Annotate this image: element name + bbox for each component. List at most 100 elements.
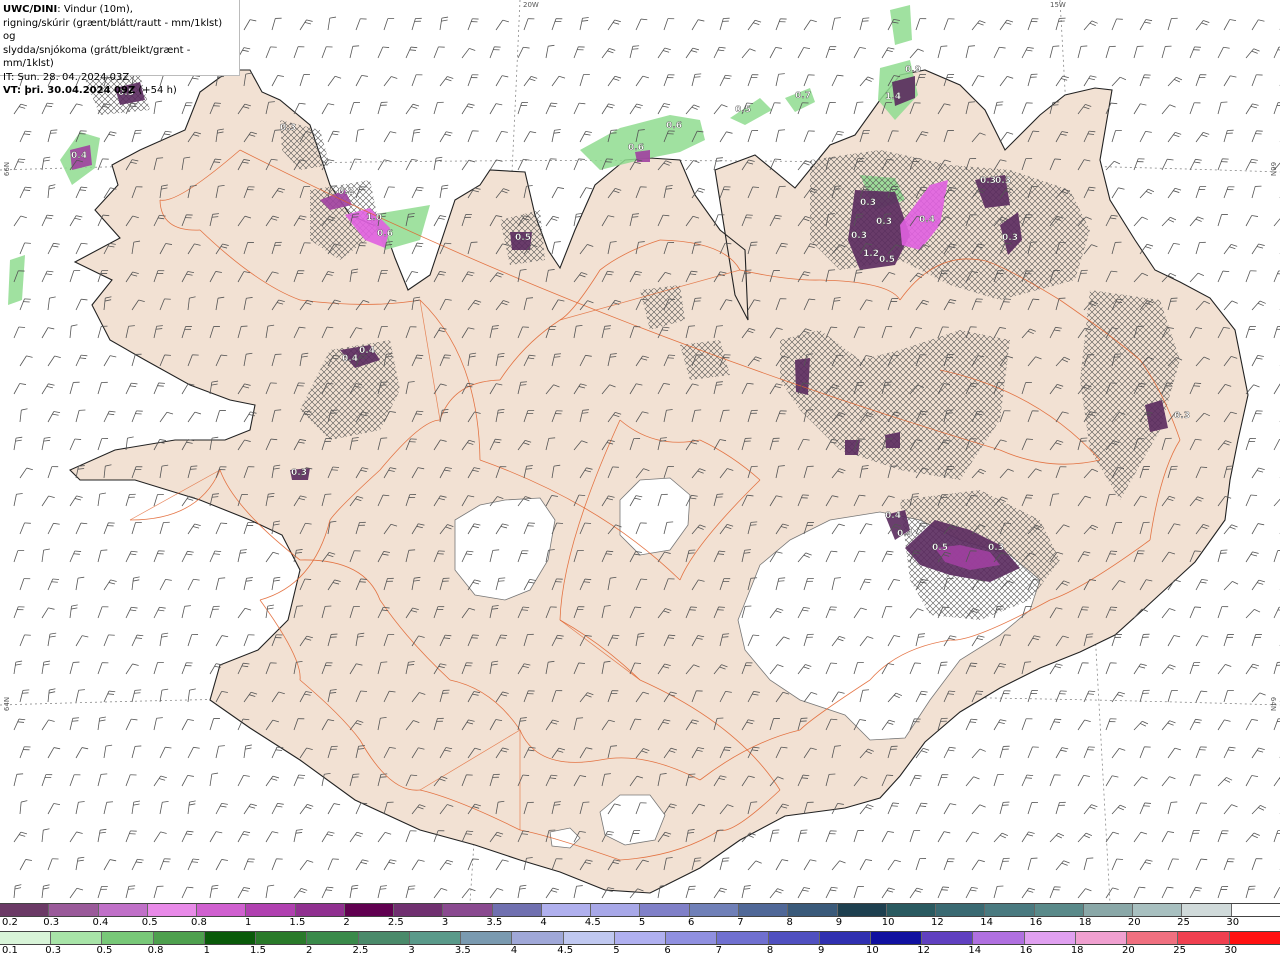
legend-swatch xyxy=(102,932,154,944)
legend-swatch xyxy=(837,904,887,916)
legend-swatch xyxy=(689,904,739,916)
legend-label: 20 xyxy=(1122,945,1135,956)
legend-swatch xyxy=(153,932,205,944)
legend-label: 5 xyxy=(638,917,646,928)
legend-swatch xyxy=(344,904,395,916)
precip-label: 0.3 xyxy=(876,217,892,227)
legend-label: 1 xyxy=(244,917,252,928)
legend-swatch xyxy=(788,904,838,916)
valid-time-line: VT: þri. 30.04.2024 09Z (+54 h) xyxy=(3,84,236,98)
meridian-label-20w: 20W xyxy=(523,1,539,9)
precip-label: 0.3 xyxy=(988,543,1004,553)
legend-label: 4.5 xyxy=(557,945,574,956)
legend-label: 0.4 xyxy=(92,917,109,928)
legend-label: 0.3 xyxy=(43,917,60,928)
legend-swatch xyxy=(492,904,542,916)
legend-swatch xyxy=(1231,904,1280,916)
legend-label: 6 xyxy=(688,917,695,928)
forecast-offset: (+54 h) xyxy=(135,85,177,96)
legend-swatch xyxy=(922,932,974,944)
legend-swatch xyxy=(738,904,789,916)
legend-label: 0.1 xyxy=(2,945,18,956)
legend-label: 16 xyxy=(1029,917,1043,928)
legend-swatch xyxy=(666,932,718,944)
legend-label: 30 xyxy=(1224,945,1238,956)
rain-legend-bar xyxy=(0,931,1280,945)
legend-swatch xyxy=(98,904,148,916)
legend-label: 2.5 xyxy=(387,917,404,928)
legend-label: 0.3 xyxy=(45,945,62,956)
legend-swatch xyxy=(591,904,641,916)
legend-swatch xyxy=(1127,932,1179,944)
precip-label: 0.3 xyxy=(1002,233,1018,243)
precip-label: 0.3 xyxy=(980,176,996,186)
legend-swatch xyxy=(768,932,820,944)
precip-label: 0.4 xyxy=(71,151,87,161)
legend-label: 0.5 xyxy=(141,917,158,928)
legend-swatch xyxy=(936,904,986,916)
legend-label: 5 xyxy=(613,945,620,956)
legend-swatch xyxy=(0,904,50,916)
legend-label: 18 xyxy=(1078,917,1092,928)
legend-swatch xyxy=(1178,932,1230,944)
meridian-label-15w: 15W xyxy=(1050,1,1066,9)
legend-swatch xyxy=(51,932,103,944)
legend-swatch xyxy=(394,904,444,916)
legend-label: 0.8 xyxy=(147,945,164,956)
legend-label: 12 xyxy=(931,917,944,928)
parallel-label-64n-right: 64N xyxy=(1269,696,1278,712)
precip-label: 0.5 xyxy=(932,543,948,553)
legend-swatch xyxy=(1229,932,1280,944)
legend-swatch xyxy=(1034,904,1084,916)
precip-label: 0.6 xyxy=(666,121,682,131)
legend-swatch xyxy=(461,932,513,944)
info-panel: UWC/DINI: Vindur (10m), rigning/skúrir (… xyxy=(0,0,240,96)
precip-label: 0.2 xyxy=(338,187,354,197)
legend-label: 3 xyxy=(441,917,449,928)
precip-label: 0.6 xyxy=(628,143,644,153)
precip-label: 1.0 xyxy=(366,213,382,223)
legend-swatch xyxy=(49,904,99,916)
legend-label: 2 xyxy=(343,917,350,928)
legend-label: 7 xyxy=(715,945,722,956)
legend-swatch xyxy=(563,932,615,944)
precip-label: 1.4 xyxy=(885,92,901,102)
precip-label: 0.4 xyxy=(897,529,913,539)
legend-label: 1 xyxy=(203,945,210,956)
precip-label: 0.3 xyxy=(1174,411,1190,421)
legend-label: 3 xyxy=(408,945,415,956)
legend-label: 10 xyxy=(881,917,895,928)
precip-label: 0.4 xyxy=(342,354,358,364)
precip-label: 1.2 xyxy=(863,249,879,259)
valid-time: VT: þri. 30.04.2024 09Z xyxy=(3,85,136,96)
iceland-weather-map: 0.5 0.3 0.4 0.2 1.0 0.6 0.5 0.6 0.5 0.6 0.7 0.9 1.4 0… xyxy=(0,0,1280,903)
snow-central-2 xyxy=(845,440,860,455)
precip-label: 0.4 xyxy=(885,511,901,521)
precip-label: 0.9 xyxy=(905,65,921,75)
parallel-label-64n-left: 64N xyxy=(3,696,12,712)
legend-swatch xyxy=(295,904,345,916)
legend-swatch xyxy=(409,932,462,944)
legend-label: 1.5 xyxy=(289,917,306,928)
legend-label: 6 xyxy=(664,945,671,956)
parallel-label-66n-right: 66N xyxy=(1269,161,1278,177)
legend-label: 14 xyxy=(968,945,982,956)
legend-label: 8 xyxy=(766,945,774,956)
legend-label: 20 xyxy=(1127,917,1141,928)
title-line: UWC/DINI: Vindur (10m), xyxy=(3,3,236,17)
legend-label: 8 xyxy=(786,917,793,928)
legend-swatch xyxy=(147,904,198,916)
precip-label: 0.3 xyxy=(860,198,876,208)
legend-label: 0.8 xyxy=(190,917,207,928)
legend-swatch xyxy=(197,904,247,916)
legend-swatch xyxy=(640,904,690,916)
legend-swatch xyxy=(541,904,592,916)
legend-swatch xyxy=(256,932,308,944)
title-line-2: rigning/skúrir (grænt/blátt/rautt - mm/1… xyxy=(3,17,223,43)
legend-swatch xyxy=(358,932,410,944)
legend-label: 0.2 xyxy=(2,917,18,928)
snow-legend-bar xyxy=(0,903,1280,917)
rain-legend-labels: 0.1 0.3 0.5 0.8 1 1.5 2 2.5 3 3.5 4 4.5 5 6 7 8 9 10 12 14 1… xyxy=(0,945,1280,959)
legend-label: 1.5 xyxy=(250,945,266,956)
legend-swatch xyxy=(246,904,296,916)
